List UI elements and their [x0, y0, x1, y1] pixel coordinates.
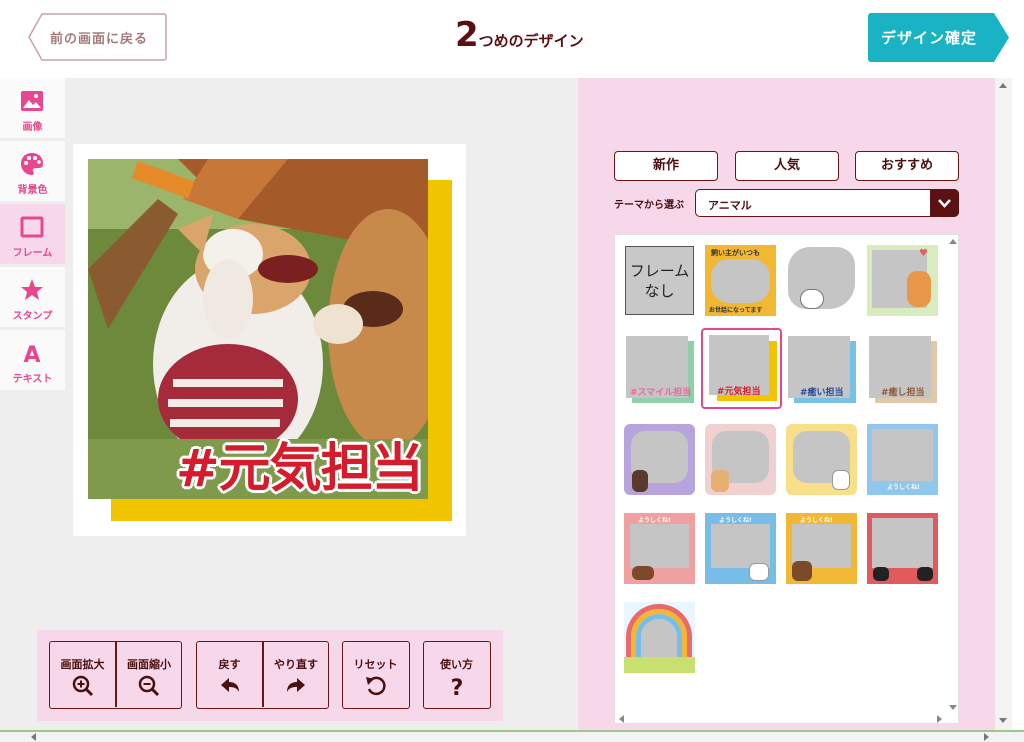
frame-list[interactable]: フレーム なし 飼い主がいつも お世話になってます ♥ #スマイル担当 #元気担… [614, 234, 959, 724]
tab-text-label: テキスト [12, 374, 53, 385]
scroll-right-icon[interactable] [935, 715, 943, 723]
hashtag-stamp[interactable]: #元気担当 [176, 426, 424, 501]
tab-text[interactable]: A テキスト [0, 330, 65, 390]
vertical-scrollbar[interactable] [995, 78, 1012, 730]
frame-thumbnail[interactable]: #スマイル担当 [624, 335, 695, 406]
frame-text-2: お世話になってます [709, 307, 763, 314]
svg-text:A: A [23, 343, 40, 365]
zoom-out-icon [138, 675, 160, 697]
tab-frame[interactable]: フレーム [0, 204, 65, 264]
frame-none[interactable]: フレーム なし [624, 245, 695, 316]
question-icon: ? [450, 676, 463, 697]
frame-thumbnail-selected[interactable]: #元気担当 [701, 328, 782, 409]
frame-yoroshiku-2: ようしくね! [638, 517, 671, 524]
reset-label: リセット [353, 658, 398, 671]
redo-icon [287, 678, 305, 692]
frame-hashtag-iyashi: #癒し担当 [881, 388, 925, 398]
reset-icon [365, 676, 386, 696]
zoom-out-label: 画面縮小 [127, 658, 171, 671]
redo-button[interactable]: やり直す [264, 642, 328, 707]
header: 前の画面に戻る 2つめのデザイン デザイン確定 [0, 0, 1024, 78]
frame-thumbnail[interactable] [624, 602, 695, 673]
zoom-out-button[interactable]: 画面縮小 [117, 642, 181, 707]
zoom-button-group: 画面拡大 画面縮小 [49, 641, 182, 709]
zoom-in-button[interactable]: 画面拡大 [50, 642, 115, 707]
frame-thumbnail[interactable]: ようしくね! [867, 424, 938, 495]
frame-thumbnail[interactable] [867, 513, 938, 584]
frame-thumbnail[interactable] [624, 424, 695, 495]
confirm-design-button[interactable]: デザイン確定 [868, 13, 1010, 62]
frame-yoroshiku-1: ようしくね! [887, 484, 920, 491]
zoom-in-icon [72, 675, 93, 697]
frame-thumbnail[interactable]: #癒い担当 [786, 335, 857, 406]
frame-thumbnail[interactable] [786, 245, 857, 316]
scroll-up-icon[interactable] [949, 238, 957, 246]
history-button-group: 戻す やり直す [196, 641, 329, 709]
text-icon: A [23, 343, 40, 365]
theme-label: テーマから選ぶ [614, 200, 684, 211]
chevron-down-icon [930, 189, 959, 217]
page-title-number: 2 [455, 15, 479, 55]
frame-thumbnail[interactable] [705, 424, 776, 495]
zoom-in-label: 画面拡大 [60, 658, 105, 671]
tab-background-color-label: 背景色 [17, 185, 48, 196]
frame-thumbnail[interactable] [786, 424, 857, 495]
frame-thumbnail[interactable]: 飼い主がいつも お世話になってます [705, 245, 776, 316]
help-button[interactable]: 使い方 ? [423, 641, 491, 709]
reset-button[interactable]: リセット [342, 641, 410, 709]
redo-label: やり直す [274, 658, 318, 671]
frame-thumbnail[interactable]: ようしくね! [705, 513, 776, 584]
back-button[interactable]: 前の画面に戻る [28, 13, 167, 61]
frame-yoroshiku-3: ようしくね! [719, 517, 752, 524]
star-icon [21, 279, 43, 300]
sort-recommended-button[interactable]: おすすめ [855, 151, 959, 181]
undo-button[interactable]: 戻す [197, 642, 262, 707]
frame-none-label: フレーム なし [629, 262, 690, 300]
frame-icon [20, 216, 44, 238]
frame-thumbnail[interactable]: ようしくね! [624, 513, 695, 584]
page-title: 2つめのデザイン [455, 16, 584, 54]
undo-icon [220, 678, 239, 692]
page-title-text: つめのデザイン [478, 32, 584, 50]
theme-select[interactable]: アニマル [695, 189, 959, 217]
svg-text:?: ? [450, 676, 463, 697]
tab-stamp-label: スタンプ [12, 311, 53, 322]
frame-thumbnail[interactable]: ようしくね! [786, 513, 857, 584]
tab-frame-label: フレーム [12, 248, 53, 259]
tab-image[interactable]: 画像 [0, 78, 65, 138]
theme-select-value: アニマル [708, 199, 752, 212]
frame-text-1: 飼い主がいつも [711, 249, 760, 257]
scroll-down-icon[interactable] [949, 703, 957, 711]
sort-new-button[interactable]: 新作 [614, 151, 718, 181]
frame-thumbnail[interactable]: #癒し担当 [867, 335, 938, 406]
frame-thumbnail[interactable]: ♥ [867, 245, 938, 316]
horizontal-scrollbar[interactable] [0, 730, 1024, 742]
tab-image-label: 画像 [22, 122, 43, 133]
frame-hashtag-genki: #元気担当 [717, 387, 761, 397]
frame-yoroshiku-4: ようしくね! [800, 517, 833, 524]
reset-cell: リセット [343, 642, 408, 707]
scroll-left-icon[interactable] [618, 715, 626, 723]
undo-label: 戻す [218, 658, 241, 671]
tab-stamp[interactable]: スタンプ [0, 267, 65, 327]
tab-background-color[interactable]: 背景色 [0, 141, 65, 201]
back-button-label: 前の画面に戻る [50, 32, 149, 47]
sort-popular-button[interactable]: 人気 [735, 151, 839, 181]
help-label: 使い方 [440, 658, 473, 671]
palette-icon [21, 153, 43, 175]
image-icon [21, 91, 43, 111]
help-cell: 使い方 ? [424, 642, 489, 707]
confirm-design-label: デザイン確定 [881, 29, 978, 47]
frame-hashtag-smile: #スマイル担当 [630, 388, 692, 398]
frame-hashtag-kashikoi: #癒い担当 [800, 388, 844, 398]
